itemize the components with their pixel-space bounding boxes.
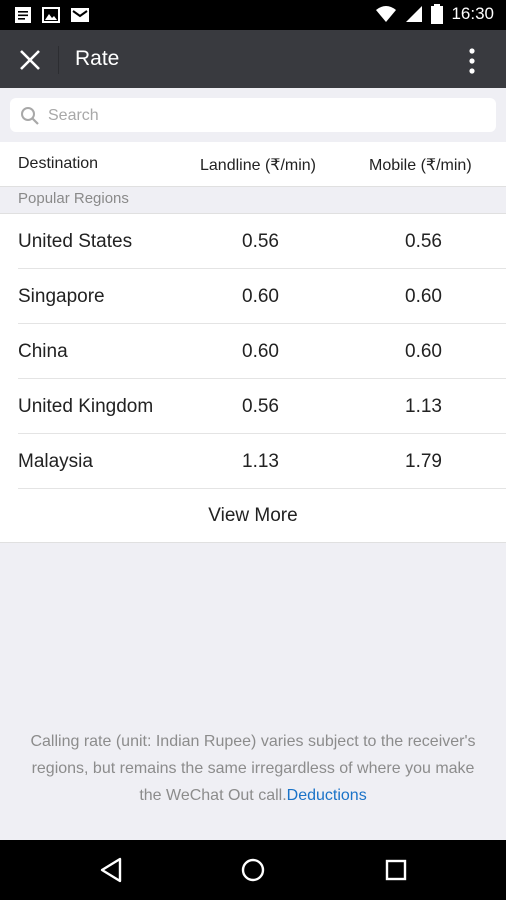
landline-rate-cell: 0.60	[242, 286, 279, 307]
header-mobile: Mobile (₹/min)	[369, 157, 472, 174]
table-row[interactable]: China 0.60 0.60	[0, 324, 506, 379]
search-input[interactable]	[46, 98, 490, 134]
battery-icon	[431, 4, 444, 24]
mobile-rate-cell: 0.56	[405, 231, 442, 252]
search-bar	[0, 88, 506, 142]
document-notification-icon	[15, 7, 31, 23]
section-label-text: Popular Regions	[18, 190, 129, 207]
table-row[interactable]: Malaysia 1.13 1.79	[0, 434, 506, 489]
app-bar: Rate	[0, 30, 506, 88]
header-landline: Landline (₹/min)	[200, 157, 317, 174]
table-row[interactable]: United States 0.56 0.56	[0, 214, 506, 269]
signal-icon	[406, 6, 423, 22]
view-more-button[interactable]: View More	[0, 489, 506, 543]
section-label: Popular Regions	[0, 187, 506, 213]
image-notification-icon	[42, 7, 60, 23]
search-box[interactable]	[10, 98, 496, 134]
back-icon[interactable]	[98, 856, 124, 884]
rate-list: United States 0.56 0.56 Singapore 0.60 0…	[0, 213, 506, 543]
table-row[interactable]: United Kingdom 0.56 1.13	[0, 379, 506, 434]
more-options-icon[interactable]	[462, 46, 482, 76]
status-time: 16:30	[451, 4, 494, 23]
destination-cell: China	[18, 341, 68, 362]
search-icon	[21, 107, 39, 125]
landline-rate-cell: 1.13	[242, 451, 279, 472]
landline-rate-cell: 0.60	[242, 341, 279, 362]
table-row[interactable]: Singapore 0.60 0.60	[0, 269, 506, 324]
destination-cell: Malaysia	[18, 451, 93, 472]
header-destination: Destination	[18, 155, 99, 172]
recents-icon[interactable]	[383, 856, 409, 884]
page-title: Rate	[75, 47, 120, 70]
deductions-link[interactable]: Deductions	[287, 787, 367, 804]
home-icon[interactable]	[240, 856, 266, 884]
app-bar-divider	[58, 46, 59, 74]
landline-rate-cell: 0.56	[242, 396, 279, 417]
mobile-rate-cell: 0.60	[405, 286, 442, 307]
system-nav-bar	[0, 840, 506, 900]
mobile-rate-cell: 1.79	[405, 451, 442, 472]
mobile-rate-cell: 1.13	[405, 396, 442, 417]
rate-table-header: Destination Landline (₹/min) Mobile (₹/m…	[0, 142, 506, 187]
mail-notification-icon	[71, 8, 89, 22]
landline-rate-cell: 0.56	[242, 231, 279, 252]
footer-note: Calling rate (unit: Indian Rupee) varies…	[30, 728, 476, 809]
status-bar: 16:30	[0, 0, 506, 30]
destination-cell: Singapore	[18, 286, 105, 307]
mobile-rate-cell: 0.60	[405, 341, 442, 362]
wifi-icon	[376, 6, 397, 22]
destination-cell: United Kingdom	[18, 396, 154, 417]
close-icon[interactable]	[16, 46, 44, 74]
footer-note-text: Calling rate (unit: Indian Rupee) varies…	[30, 733, 476, 804]
destination-cell: United States	[18, 231, 133, 252]
